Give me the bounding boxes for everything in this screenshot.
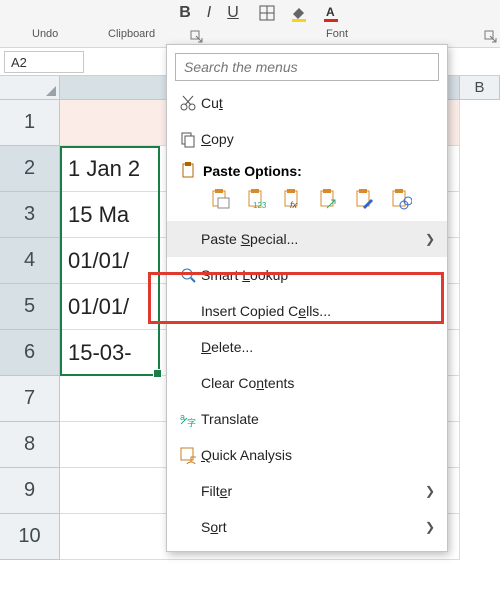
chevron-right-icon: ❯ bbox=[425, 520, 435, 534]
row-header[interactable]: 10 bbox=[0, 514, 60, 560]
name-box[interactable] bbox=[4, 51, 84, 73]
paste-option-values-icon[interactable]: 123 bbox=[245, 187, 269, 211]
paste-options-section: Paste Options: 123 fx bbox=[167, 157, 447, 221]
menu-label: Insert Copied Cells... bbox=[201, 303, 435, 319]
translate-icon: a字 bbox=[175, 410, 201, 428]
ribbon: B I U A Undo Clipboard Font bbox=[0, 0, 500, 48]
row-header[interactable]: 7 bbox=[0, 376, 60, 422]
paste-option-formulas-icon[interactable]: fx bbox=[281, 187, 305, 211]
menu-label: Paste Special... bbox=[201, 231, 425, 247]
menu-label: Filter bbox=[201, 483, 425, 499]
column-header-b[interactable]: B bbox=[460, 76, 500, 100]
menu-label: Clear Contents bbox=[201, 375, 435, 391]
italic-button[interactable]: I bbox=[200, 4, 218, 22]
paste-option-formatting-icon[interactable] bbox=[353, 187, 377, 211]
menu-translate[interactable]: a字 Translate bbox=[167, 401, 447, 437]
font-color-button[interactable]: A bbox=[322, 4, 340, 22]
fill-color-button[interactable] bbox=[290, 4, 308, 22]
menu-cut[interactable]: Cut bbox=[167, 85, 447, 121]
menu-paste-special[interactable]: Paste Special... ❯ bbox=[167, 221, 447, 257]
menu-label: Translate bbox=[201, 411, 435, 427]
ribbon-group-undo: Undo bbox=[32, 28, 58, 40]
menu-label: Copy bbox=[201, 131, 435, 147]
menu-clear-contents[interactable]: Clear Contents bbox=[167, 365, 447, 401]
paste-options-header: Paste Options: bbox=[201, 157, 302, 183]
copy-icon bbox=[175, 130, 201, 148]
menu-label: Sort bbox=[201, 519, 425, 535]
menu-label: Delete... bbox=[201, 339, 435, 355]
paste-option-transpose-icon[interactable] bbox=[317, 187, 341, 211]
row-header[interactable]: 2 bbox=[0, 146, 60, 192]
row-header[interactable]: 9 bbox=[0, 468, 60, 514]
clipboard-dialog-launcher-icon[interactable] bbox=[190, 30, 204, 44]
menu-label: Smart Lookup bbox=[201, 267, 435, 283]
svg-text:A: A bbox=[326, 5, 335, 19]
chevron-right-icon: ❯ bbox=[425, 232, 435, 246]
row-header[interactable]: 5 bbox=[0, 284, 60, 330]
row-header[interactable]: 6 bbox=[0, 330, 60, 376]
paste-option-link-icon[interactable] bbox=[389, 187, 413, 211]
menu-search-input[interactable] bbox=[175, 53, 439, 81]
smart-lookup-icon bbox=[175, 266, 201, 284]
underline-button[interactable]: U bbox=[224, 4, 242, 22]
chevron-right-icon: ❯ bbox=[425, 484, 435, 498]
svg-text:123: 123 bbox=[253, 201, 267, 210]
context-menu: Cut Copy Paste Options: 123 fx Paste Spe… bbox=[166, 44, 448, 552]
row-header[interactable]: 8 bbox=[0, 422, 60, 468]
ribbon-group-clipboard: Clipboard bbox=[108, 28, 155, 40]
menu-label: Cut bbox=[201, 95, 435, 111]
row-header[interactable]: 3 bbox=[0, 192, 60, 238]
svg-text:fx: fx bbox=[290, 200, 298, 210]
font-dialog-launcher-icon[interactable] bbox=[484, 30, 498, 44]
border-button[interactable] bbox=[258, 4, 276, 22]
scissors-icon bbox=[175, 94, 201, 112]
menu-delete[interactable]: Delete... bbox=[167, 329, 447, 365]
menu-smart-lookup[interactable]: Smart Lookup bbox=[167, 257, 447, 293]
menu-filter[interactable]: Filter ❯ bbox=[167, 473, 447, 509]
menu-copy[interactable]: Copy bbox=[167, 121, 447, 157]
select-all-corner[interactable] bbox=[0, 76, 60, 100]
ribbon-group-font: Font bbox=[326, 28, 348, 40]
quick-analysis-icon bbox=[175, 446, 201, 464]
menu-search-wrap bbox=[175, 53, 439, 81]
menu-insert-copied-cells[interactable]: Insert Copied Cells... bbox=[167, 293, 447, 329]
row-header[interactable]: 4 bbox=[0, 238, 60, 284]
clipboard-icon bbox=[175, 161, 201, 179]
menu-quick-analysis[interactable]: Quick Analysis bbox=[167, 437, 447, 473]
ribbon-font-icons: B I U A bbox=[0, 4, 500, 26]
row-header[interactable]: 1 bbox=[0, 100, 60, 146]
bold-button[interactable]: B bbox=[176, 4, 194, 22]
svg-text:字: 字 bbox=[187, 417, 196, 428]
menu-sort[interactable]: Sort ❯ bbox=[167, 509, 447, 545]
menu-label: Quick Analysis bbox=[201, 447, 435, 463]
paste-option-all-icon[interactable] bbox=[209, 187, 233, 211]
